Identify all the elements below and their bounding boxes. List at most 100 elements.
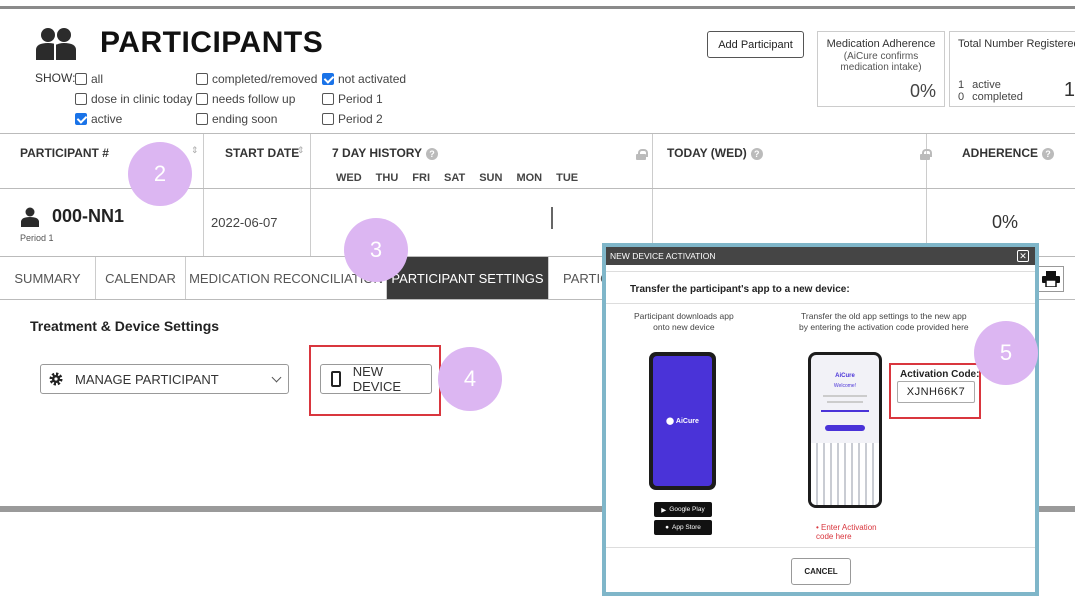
checkbox-checked[interactable]: [75, 113, 87, 125]
medication-adherence-card: Medication Adherence (AiCure confirms me…: [817, 31, 945, 107]
add-participant-button[interactable]: Add Participant: [707, 31, 804, 58]
active-count-line: 1 active: [958, 79, 1001, 91]
phone-keyboard: [811, 443, 879, 505]
gear-icon: [49, 372, 63, 386]
modal-intro: Transfer the participant's app to a new …: [630, 284, 850, 295]
cancel-button[interactable]: CANCEL: [791, 558, 851, 585]
phone-welcome: Welcome!: [833, 383, 857, 389]
checkbox[interactable]: [196, 113, 208, 125]
participant-start-date: 2022-06-07: [211, 215, 278, 230]
checkbox[interactable]: [322, 113, 334, 125]
filter-not-activated[interactable]: not activated: [322, 72, 406, 86]
completed-count-line: 0 completed: [958, 91, 1023, 103]
filter-completed-removed[interactable]: completed/removed: [196, 72, 317, 86]
new-device-label: NEW DEVICE: [352, 364, 402, 394]
sort-icon[interactable]: ⇕: [297, 145, 305, 156]
page-title: PARTICIPANTS: [100, 26, 324, 59]
google-play-badge: ▶ Google Play: [654, 502, 712, 517]
participants-icon: [36, 28, 76, 60]
col-divider: [203, 134, 204, 256]
right-instructions: Transfer the old app settings to the new…: [799, 311, 969, 332]
apple-icon: ●: [665, 524, 669, 531]
printer-icon: [1042, 271, 1060, 287]
participant-id[interactable]: 000-NN1: [52, 206, 124, 227]
phone-code-field: [821, 410, 869, 412]
chevron-down-icon: [271, 372, 282, 383]
lock-icon: [920, 149, 933, 160]
phone-text-line: [823, 395, 867, 397]
activation-screen: AiCure Welcome!: [811, 355, 879, 505]
help-icon[interactable]: ?: [1042, 147, 1055, 160]
filter-all[interactable]: all: [75, 72, 103, 86]
app-store-badge: ● App Store: [654, 520, 712, 535]
col-divider: [652, 134, 653, 256]
table-top-border: [0, 133, 1075, 134]
help-icon[interactable]: ?: [426, 147, 439, 160]
tab-participant-more[interactable]: PARTIC: [549, 257, 609, 299]
tab-calendar[interactable]: CALENDAR: [96, 257, 186, 299]
person-icon: [21, 207, 39, 227]
activation-code-label: Activation Code:: [900, 369, 980, 380]
med-adherence-sub2: medication intake): [840, 62, 922, 73]
top-divider: [0, 6, 1075, 9]
phone-submit-button: [825, 425, 865, 431]
modal-title: NEW DEVICE ACTIVATION: [606, 247, 1035, 265]
history-days: WED THU FRI SAT SUN MON TUE: [336, 172, 579, 184]
old-app-phone-image: AiCure Welcome!: [808, 352, 882, 508]
callout-2: 2: [128, 142, 192, 206]
filter-dose-in-clinic[interactable]: dose in clinic today: [75, 92, 192, 106]
participant-period: Period 1: [20, 233, 54, 243]
print-button[interactable]: [1038, 266, 1064, 292]
checkbox[interactable]: [75, 73, 87, 85]
header-start-date[interactable]: START DATE: [225, 146, 299, 160]
modal-divider: [606, 547, 1035, 548]
med-adherence-sub1: (AiCure confirms: [843, 51, 919, 62]
header-today: TODAY (WED)?: [667, 146, 763, 160]
section-bottom-bar: [0, 506, 620, 512]
callout-3: 3: [344, 218, 408, 282]
close-icon[interactable]: ✕: [1017, 250, 1029, 262]
activation-code-value: XJNH66K7: [897, 381, 975, 403]
filter-ending-soon[interactable]: ending soon: [196, 112, 277, 126]
left-instructions: Participant downloads app onto new device: [634, 311, 734, 332]
filter-active[interactable]: active: [75, 112, 122, 126]
help-icon[interactable]: ?: [750, 147, 763, 160]
med-adherence-value: 0%: [909, 81, 936, 101]
checkbox[interactable]: [196, 73, 208, 85]
callout-5: 5: [974, 321, 1038, 385]
play-icon: ▶: [661, 506, 667, 514]
new-phone-image: ⬤ AiCure: [649, 352, 716, 490]
filter-needs-follow-up[interactable]: needs follow up: [196, 92, 295, 106]
manage-participant-select[interactable]: MANAGE PARTICIPANT: [40, 364, 289, 394]
modal-divider: [606, 271, 1035, 272]
filter-period-1[interactable]: Period 1: [322, 92, 383, 106]
header-adherence: ADHERENCE?: [962, 146, 1055, 160]
tab-summary[interactable]: SUMMARY: [0, 257, 96, 299]
checkbox[interactable]: [75, 93, 87, 105]
sort-icon[interactable]: ⇕: [191, 145, 199, 156]
total-registered-value: 1: [1063, 79, 1075, 101]
med-adherence-title: Medication Adherence: [826, 38, 936, 50]
phone-brand: AiCure: [835, 373, 855, 379]
col-divider: [310, 134, 311, 256]
history-marker: [551, 207, 553, 229]
aicure-logo-icon: ⬤: [666, 418, 676, 425]
participant-adherence: 0%: [992, 212, 1019, 232]
manage-participant-label: MANAGE PARTICIPANT: [75, 371, 219, 387]
header-7-day-history: 7 DAY HISTORY?: [332, 146, 439, 160]
tab-participant-settings[interactable]: PARTICIPANT SETTINGS: [387, 257, 549, 299]
modal-divider: [606, 303, 1035, 304]
show-label: SHOW:: [35, 71, 76, 85]
checkbox-checked[interactable]: [322, 73, 334, 85]
filter-period-2[interactable]: Period 2: [322, 112, 383, 126]
checkbox[interactable]: [322, 93, 334, 105]
lock-icon: [636, 149, 648, 160]
header-participant[interactable]: PARTICIPANT #: [20, 146, 109, 160]
phone-text-line: [827, 401, 863, 403]
callout-4: 4: [438, 347, 502, 411]
checkbox[interactable]: [196, 93, 208, 105]
new-device-activation-modal: NEW DEVICE ACTIVATION ✕ Transfer the par…: [602, 243, 1039, 596]
new-device-button[interactable]: NEW DEVICE: [320, 364, 432, 394]
phone-icon: [331, 371, 341, 387]
aicure-splash: ⬤ AiCure: [653, 356, 712, 486]
